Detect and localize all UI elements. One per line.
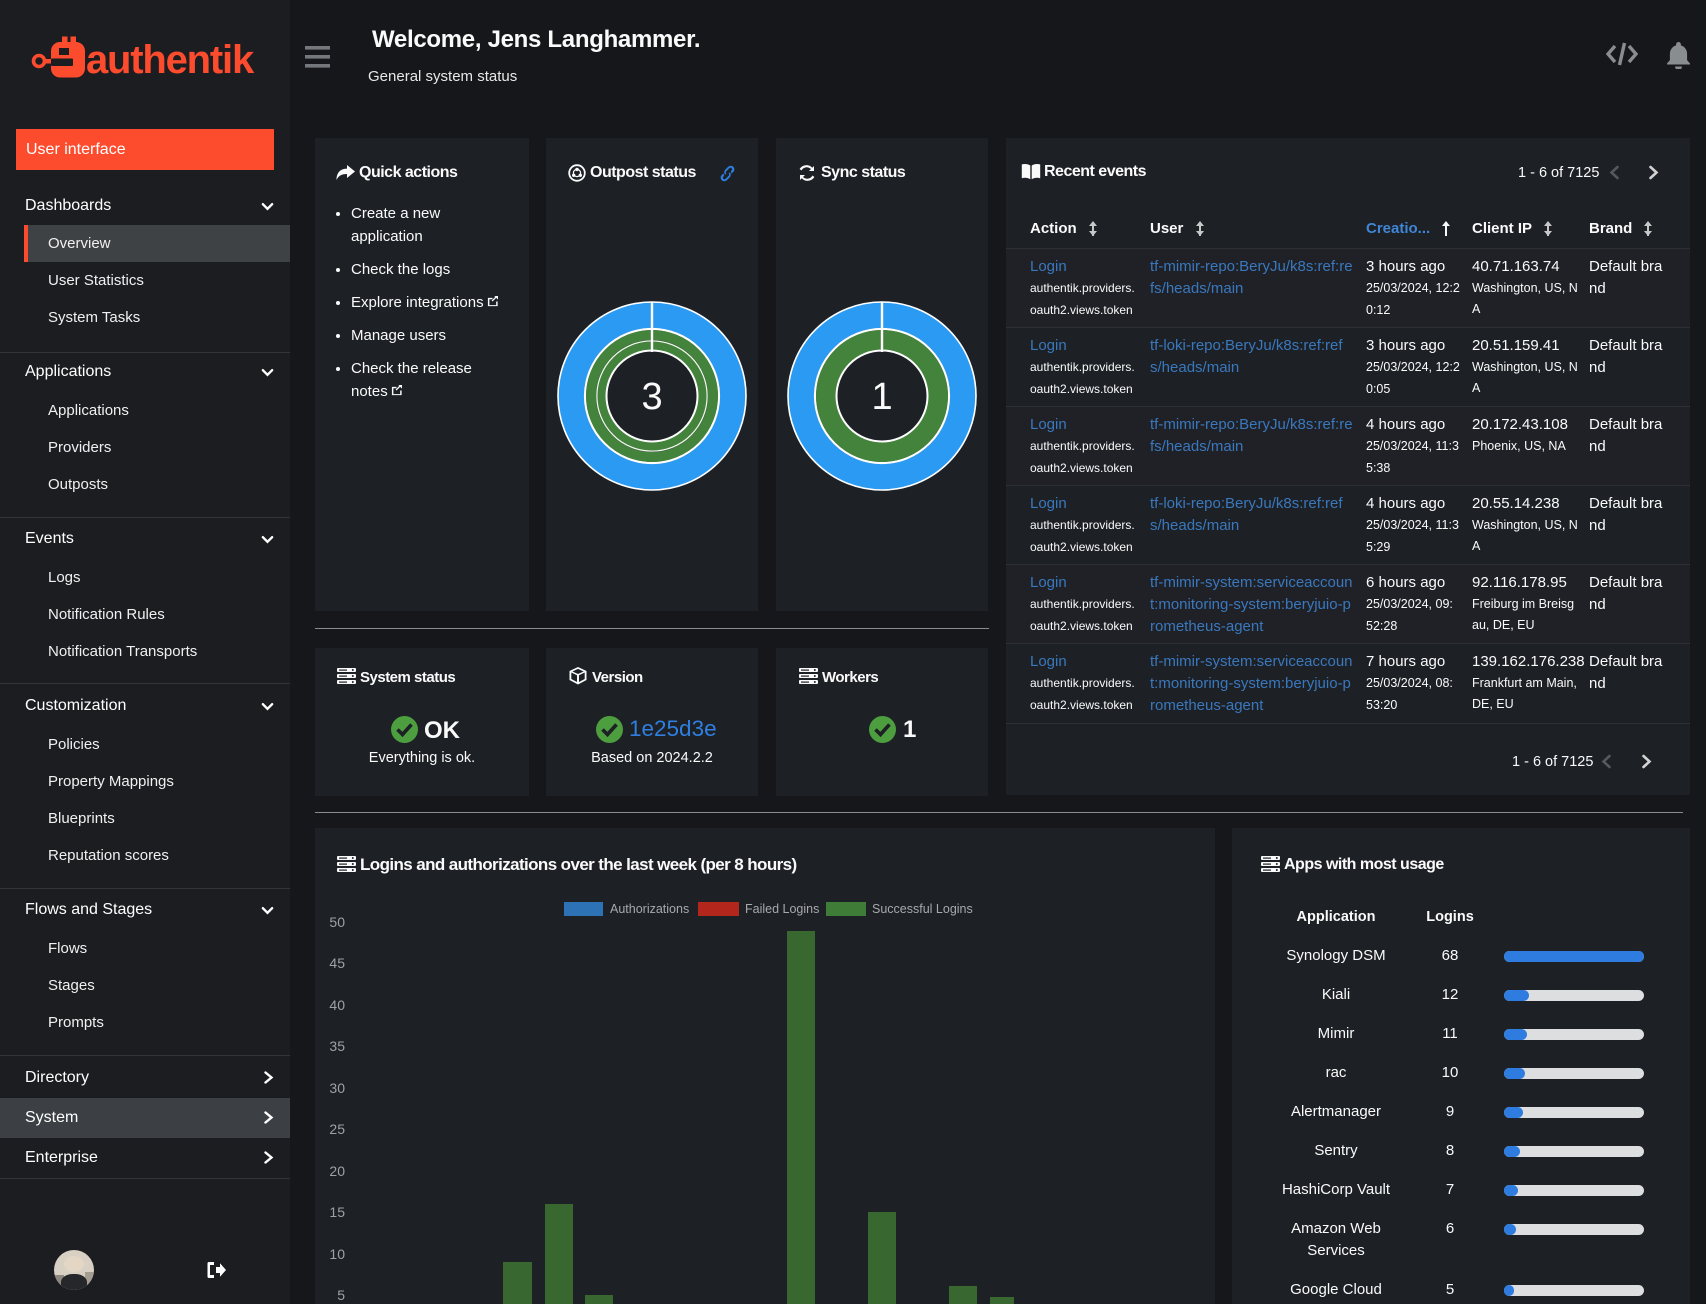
- svg-text:3: 3: [641, 376, 662, 418]
- svg-text:1: 1: [871, 376, 892, 418]
- svg-text:authentik: authentik: [86, 38, 255, 82]
